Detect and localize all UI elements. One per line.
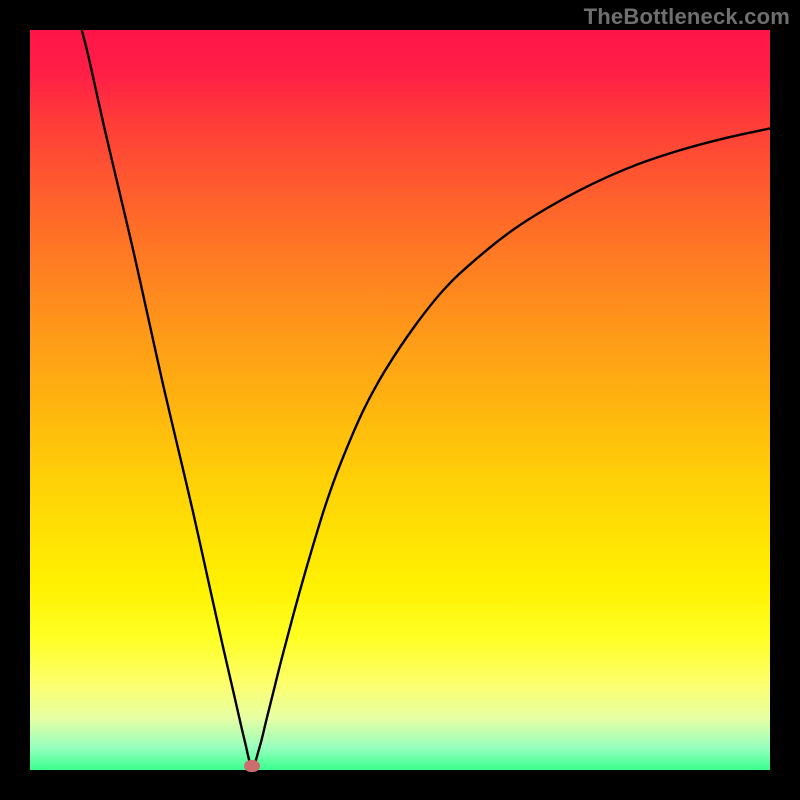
chart-frame: TheBottleneck.com <box>0 0 800 800</box>
watermark-label: TheBottleneck.com <box>584 4 790 30</box>
plot-area <box>30 30 770 770</box>
minimum-marker <box>244 760 260 772</box>
bottleneck-curve <box>30 30 770 770</box>
